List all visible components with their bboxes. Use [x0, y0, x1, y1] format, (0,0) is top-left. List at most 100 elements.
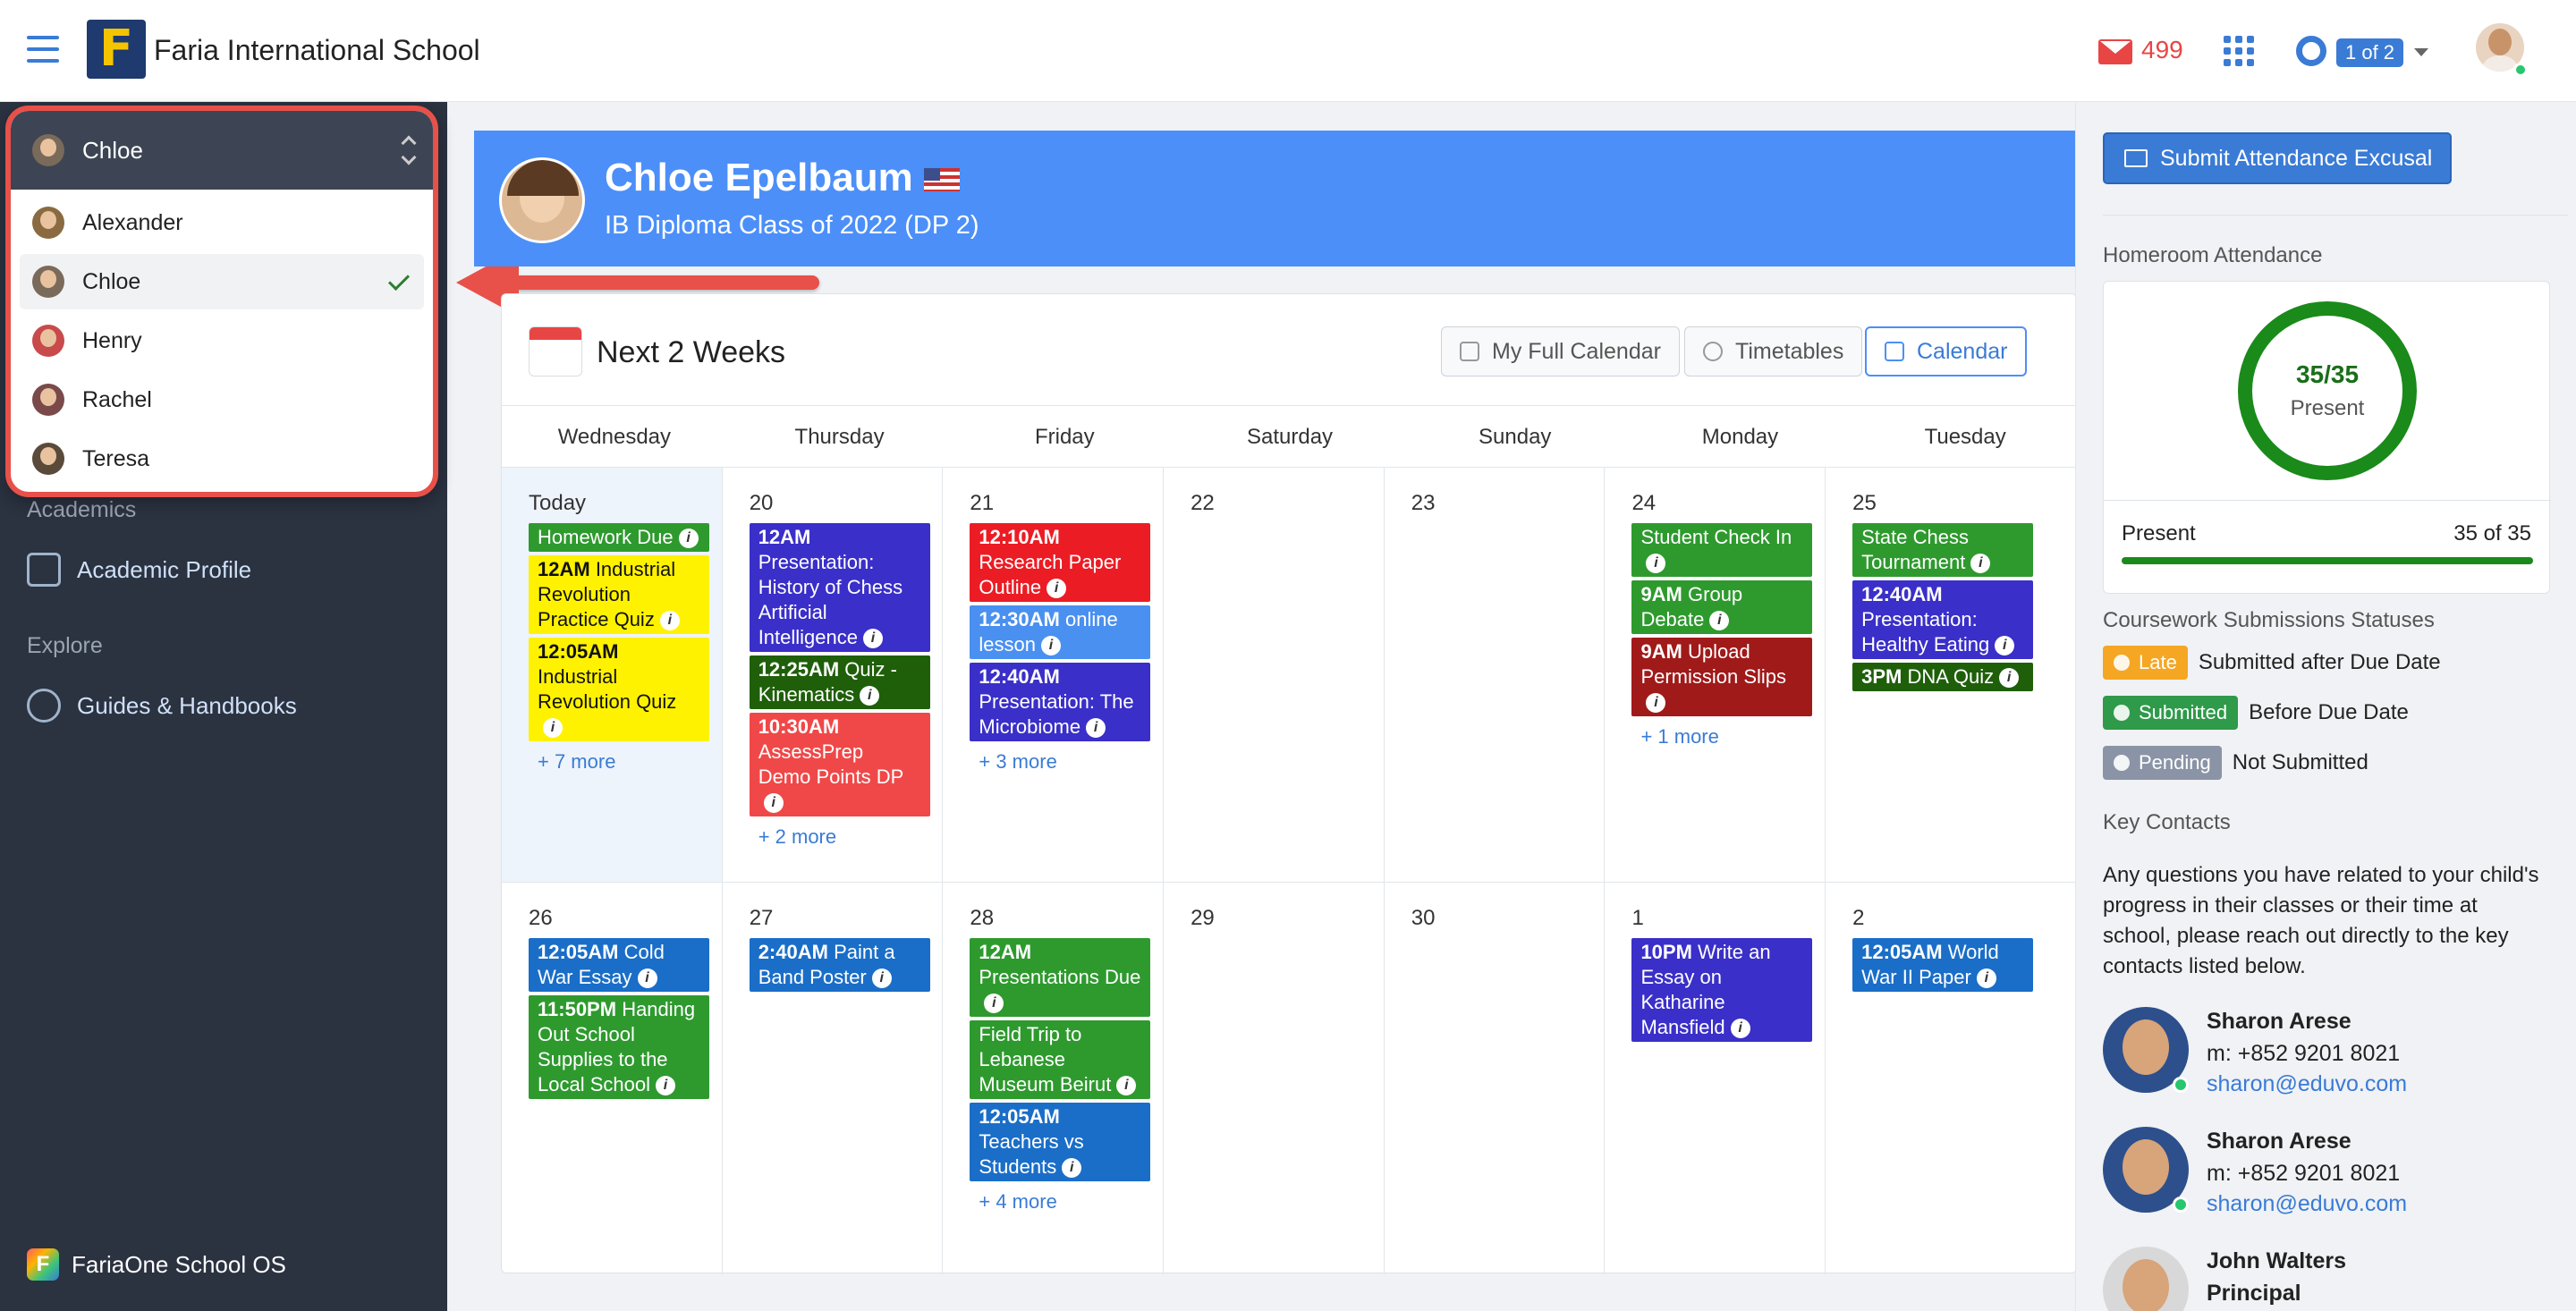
calendar-event[interactable]: 12:40AM Presentation: Healthy Eating i [1852, 580, 2034, 659]
child-option-alexander[interactable]: Alexander [20, 195, 424, 250]
calendar-event[interactable]: 12AM Presentation: History of Chess Arti… [749, 523, 930, 652]
calendar-event[interactable]: Student Check In i [1631, 523, 1813, 577]
info-icon[interactable]: i [1709, 611, 1730, 631]
calendar-event[interactable]: 12:05AM Teachers vs Students i [970, 1103, 1151, 1181]
info-icon[interactable]: i [860, 686, 880, 706]
info-icon[interactable]: i [659, 611, 680, 631]
submit-attendance-excusal-button[interactable]: Submit Attendance Excusal [2103, 132, 2452, 184]
event-time: 12:05AM [538, 640, 619, 663]
calendar-event[interactable]: 10:30AM AssessPrep Demo Points DP i [749, 713, 930, 816]
online-status-dot [2513, 63, 2528, 77]
calendar-event[interactable]: 11:50PM Handing Out School Supplies to t… [529, 995, 709, 1099]
contact-phone: m: +852 9201 8021 [2207, 1161, 2401, 1186]
hamburger-menu-icon[interactable] [27, 36, 59, 63]
calendar-day-cell[interactable]: Today Homework Due i 12AM Industrial Revolu… [502, 468, 723, 882]
event-title: DNA Quiz [1907, 665, 1995, 688]
child-option-teresa[interactable]: Teresa [20, 431, 424, 486]
contact-email-link[interactable]: sharon@eduvo.com [2207, 1071, 2407, 1097]
info-icon[interactable]: i [871, 968, 892, 989]
calendar-event[interactable]: 12:40AM Presentation: The Microbiome i [970, 663, 1151, 741]
contact-email-link[interactable]: sharon@eduvo.com [2207, 1191, 2407, 1217]
calendar-event[interactable]: 9AM Group Debate i [1631, 580, 1813, 634]
child-selector-dropdown[interactable]: Chloe Alexander Chloe Henry Rachel Teres… [5, 106, 438, 497]
info-icon[interactable]: i [1995, 636, 2015, 656]
calendar-event[interactable]: 2:40AM Paint a Band Poster i [749, 938, 930, 992]
child-option-label: Teresa [82, 445, 150, 471]
calendar-event[interactable]: Field Trip to Lebanese Museum Beirut i [970, 1020, 1151, 1099]
calendar-event[interactable]: 12:05AM World War II Paper i [1852, 938, 2034, 992]
calendar-event[interactable]: 12AM Presentations Due i [970, 938, 1151, 1017]
calendar-event[interactable]: 9AM Upload Permission Slipsi [1631, 638, 1813, 716]
calendar-view-button[interactable]: Calendar [1865, 326, 2028, 376]
info-icon[interactable]: i [1062, 1158, 1082, 1179]
timetables-button[interactable]: Timetables [1684, 326, 1863, 376]
info-icon[interactable]: i [678, 529, 699, 549]
calendar-event[interactable]: 12AM Industrial Revolution Practice Quiz… [529, 555, 709, 634]
calendar-event[interactable]: 12:10AM Research Paper Outline i [970, 523, 1151, 602]
child-selector-current[interactable]: Chloe [11, 111, 433, 190]
help-lifering-icon[interactable] [2296, 36, 2326, 66]
info-icon[interactable]: i [763, 793, 784, 814]
more-events-link[interactable]: + 2 more [750, 825, 927, 849]
help-count-badge[interactable]: 1 of 2 [2336, 38, 2404, 67]
more-events-link[interactable]: + 3 more [970, 750, 1147, 774]
info-icon[interactable]: i [1646, 554, 1666, 574]
calendar-day-cell[interactable]: 27 2:40AM Paint a Band Poster i [723, 883, 944, 1274]
mail-count[interactable]: 499 [2141, 36, 2183, 64]
more-events-link[interactable]: + 7 more [529, 750, 706, 774]
calendar-event[interactable]: 12:30AM online lesson i [970, 605, 1151, 659]
calendar-day-cell[interactable]: 22 [1164, 468, 1385, 882]
info-icon[interactable]: i [863, 629, 883, 649]
calendar-event[interactable]: 12:05AM Cold War Essay i [529, 938, 709, 992]
info-icon[interactable]: i [1046, 579, 1067, 599]
child-option-chloe[interactable]: Chloe [20, 254, 424, 309]
child-options-list: Alexander Chloe Henry Rachel Teresa [11, 190, 433, 492]
info-icon[interactable]: i [1730, 1019, 1750, 1039]
calendar-day-cell[interactable]: 2 12:05AM World War II Paper i [1826, 883, 2046, 1274]
chevron-down-icon[interactable] [2414, 48, 2428, 56]
calendar-day-cell[interactable]: 25 State Chess Tournament i 12:40AM Present… [1826, 468, 2046, 882]
info-icon[interactable]: i [1976, 968, 1996, 989]
calendar-day-cell[interactable]: 24 Student Check Ini 9AM Group Debate i 9AM … [1605, 468, 1826, 882]
info-icon[interactable]: i [655, 1076, 675, 1096]
child-option-rachel[interactable]: Rachel [20, 372, 424, 427]
child-option-henry[interactable]: Henry [20, 313, 424, 368]
mail-icon[interactable] [2098, 39, 2132, 64]
apps-grid-icon[interactable] [2224, 36, 2254, 66]
calendar-day-cell[interactable]: 20 12AM Presentation: History of Chess Ar… [723, 468, 944, 882]
my-full-calendar-button[interactable]: My Full Calendar [1441, 326, 1680, 376]
calendar-event[interactable]: 3PM DNA Quiz i [1852, 663, 2034, 691]
info-icon[interactable]: i [637, 968, 657, 989]
calendar-event[interactable]: Homework Due i [529, 523, 709, 552]
info-icon[interactable]: i [1999, 668, 2020, 689]
school-logo[interactable]: F [87, 20, 146, 79]
calendar-day-cell[interactable]: 1 10PM Write an Essay on Katharine Mansfi… [1605, 883, 1826, 1274]
calendar-day-cell[interactable]: 21 12:10AM Research Paper Outline i 12:30AM… [943, 468, 1165, 882]
sidebar-item-guides-handbooks[interactable]: Guides & Handbooks [27, 689, 297, 723]
calendar-day-cell[interactable]: 23 [1385, 468, 1606, 882]
calendar-day-cell[interactable]: 26 12:05AM Cold War Essay i 11:50PM Handing… [502, 883, 723, 1274]
calendar-day-cell[interactable]: 30 [1385, 883, 1606, 1274]
info-icon[interactable]: i [1040, 636, 1061, 656]
info-icon[interactable]: i [1086, 718, 1106, 739]
more-events-link[interactable]: + 1 more [1631, 725, 1809, 749]
more-events-link[interactable]: + 4 more [970, 1190, 1147, 1214]
calendar-day-cell[interactable]: 29 [1164, 883, 1385, 1274]
sidebar-item-academic-profile[interactable]: Academic Profile [27, 553, 251, 587]
fariaone-link[interactable]: F FariaOne School OS [27, 1248, 286, 1281]
calendar-event[interactable]: 12:05AM Industrial Revolution Quiz i [529, 638, 709, 741]
day-number: 1 [1631, 906, 1644, 930]
event-title: Field Trip to Lebanese Museum Beirut [979, 1023, 1112, 1095]
info-icon[interactable]: i [1116, 1076, 1137, 1096]
school-name[interactable]: Faria International School [154, 34, 480, 67]
info-icon[interactable]: i [1646, 693, 1666, 714]
calendar-event[interactable]: 10PM Write an Essay on Katharine Mansfie… [1631, 938, 1813, 1042]
info-icon[interactable]: i [543, 718, 563, 739]
info-icon[interactable]: i [1970, 554, 1991, 574]
calendar-event[interactable]: State Chess Tournament i [1852, 523, 2034, 577]
calendar-event[interactable]: 12:25AM Quiz - Kinematics i [749, 656, 930, 709]
calendar-day-cell[interactable]: 28 12AM Presentations Duei Field Trip to L… [943, 883, 1165, 1274]
event-time: 10:30AM [758, 715, 840, 738]
people-icon [27, 689, 61, 723]
info-icon[interactable]: i [984, 994, 1004, 1014]
